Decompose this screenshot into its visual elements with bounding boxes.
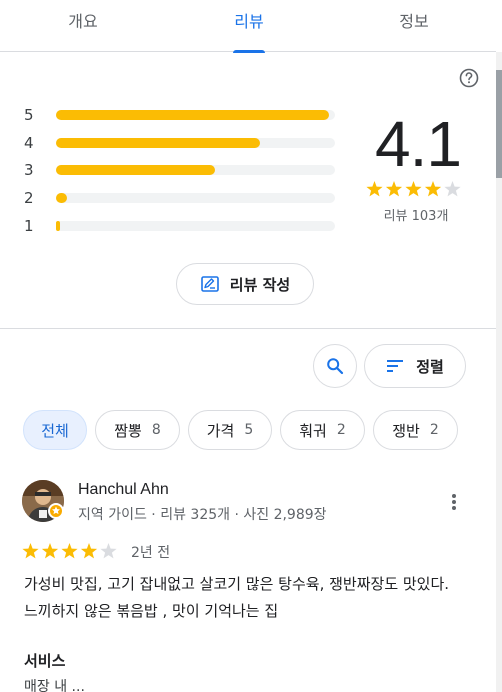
star-filled-icon [385,181,403,197]
chip-label: 전체 [41,421,69,440]
histogram-label: 5 [24,106,34,124]
filter-chip-price[interactable]: 가격 5 [188,410,272,450]
histogram-fill [56,138,260,148]
histogram-fill [56,110,330,120]
histogram-track [56,221,335,231]
review-date: 2년 전 [131,545,171,561]
star-empty-icon [444,181,461,197]
tab-bar: 개요 리뷰 정보 [0,0,496,53]
edit-review-icon [200,276,219,292]
star-empty-icon [100,543,117,559]
chip-label: 쟁반 [392,421,420,440]
chip-count: 2 [336,422,346,438]
histogram-row-5: 5 [24,105,344,125]
histogram-label: 3 [24,161,34,179]
review-section-text[interactable]: 매장 내 ... [24,676,85,692]
tab-overview[interactable]: 개요 [0,0,166,52]
histogram-track [56,110,335,120]
write-review-button[interactable]: 리뷰 작성 [176,263,314,305]
filter-chip-all[interactable]: 전체 [23,410,87,450]
star-filled-icon [22,543,39,559]
star-filled-icon [61,543,78,559]
write-review-label: 리뷰 작성 [229,275,291,294]
histogram-fill [56,221,60,231]
histogram-label: 2 [24,189,34,207]
chip-label: 가격 [206,421,235,440]
chip-count: 5 [244,422,254,438]
histogram-track [56,193,335,203]
star-filled-icon [41,543,59,559]
scrollbar[interactable] [496,52,502,692]
histogram-track [56,138,335,148]
star-filled-icon [366,181,383,197]
section-divider [0,328,496,329]
active-tab-indicator [233,50,265,53]
reviewer-meta: 지역 가이드 · 리뷰 325개 · 사진 2,989장 [78,507,327,523]
help-circle-icon[interactable] [459,68,479,88]
sort-button[interactable]: 정렬 [364,344,466,388]
star-filled-icon [424,181,442,197]
average-rating: 4.1 [375,108,462,180]
average-rating-stars [366,181,466,201]
filter-chip-hotpot[interactable]: 훠궈 2 [280,410,365,450]
chip-count: 2 [429,422,439,438]
histogram-label: 4 [24,134,34,152]
chip-label: 짬뽕 [114,421,142,440]
histogram-track [56,165,335,175]
star-filled-icon [405,181,422,197]
tab-reviews-label: 리뷰 [234,12,264,31]
review-section-title: 서비스 [24,652,66,670]
search-reviews-button[interactable] [313,344,357,388]
histogram-fill [56,165,216,175]
review-text: 가성비 맛집, 고기 잡내없고 살코기 많은 탕수육, 쟁반짜장도 맛있다. 느… [24,575,450,620]
chip-label: 훠궈 [299,421,327,440]
tab-reviews[interactable]: 리뷰 [166,0,332,53]
review-rating-stars [22,543,122,563]
review-count: 리뷰 103개 [383,209,449,224]
histogram-row-2: 2 [24,188,344,208]
histogram-row-3: 3 [24,160,344,180]
chip-count: 8 [151,422,161,438]
histogram-fill [56,193,68,203]
search-icon [327,358,344,375]
filter-chip-jjamppong[interactable]: 짬뽕 8 [95,410,180,450]
local-guide-badge-icon [48,503,64,519]
tab-about[interactable]: 정보 [332,0,496,52]
reviewer-name[interactable]: Hanchul Ahn [78,481,169,499]
sort-label: 정렬 [416,357,444,376]
more-options-icon[interactable] [444,490,464,514]
star-filled-icon [80,543,98,559]
sort-icon [387,360,404,372]
histogram-label: 1 [24,217,34,235]
histogram-row-4: 4 [24,133,344,153]
filter-chip-tray[interactable]: 쟁반 2 [373,410,458,450]
histogram-row-1: 1 [24,216,344,236]
scrollbar-thumb[interactable] [496,70,502,178]
